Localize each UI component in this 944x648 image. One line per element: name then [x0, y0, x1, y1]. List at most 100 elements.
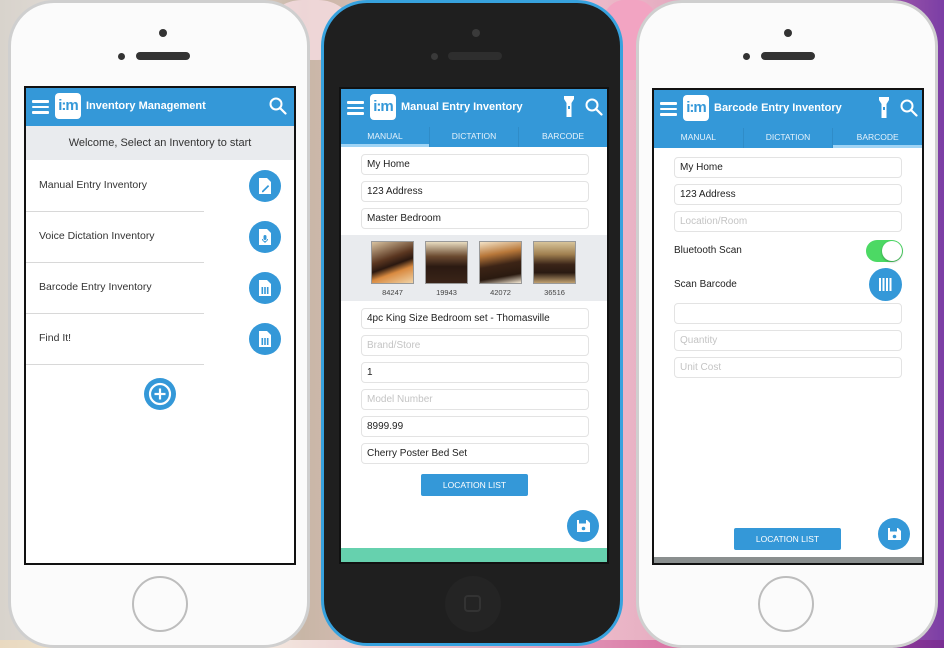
item-name-field[interactable]: Cherry Poster Bed Set [361, 443, 589, 464]
tab-dictation[interactable]: DICTATION [744, 128, 834, 148]
quantity-field[interactable]: Quantity [674, 330, 902, 351]
photo-id-label: 36516 [544, 288, 565, 297]
screen-inventory-management: i:m Inventory Management Welcome, Select… [24, 86, 296, 565]
footer-bar [654, 557, 922, 563]
search-icon[interactable] [585, 98, 603, 116]
add-inventory-button[interactable] [144, 378, 176, 410]
search-icon[interactable] [269, 97, 287, 115]
app-logo: i:m [683, 95, 709, 121]
list-item-label: Voice Dictation Inventory [39, 230, 155, 242]
edit-document-icon [259, 178, 271, 194]
save-icon [577, 520, 590, 532]
find-it-button[interactable] [249, 323, 281, 355]
bluetooth-scan-label: Bluetooth Scan [674, 245, 742, 256]
home-button[interactable] [445, 576, 501, 632]
save-icon [888, 528, 901, 540]
front-camera [159, 29, 167, 37]
photo-strip: 84247 19943 42072 36516 [341, 235, 607, 301]
list-item-label: Manual Entry Inventory [39, 179, 147, 191]
manual-entry-button[interactable] [249, 170, 281, 202]
scan-barcode-label: Scan Barcode [674, 279, 737, 290]
location-list-button[interactable]: LOCATION LIST [421, 474, 528, 496]
search-icon[interactable] [900, 99, 918, 117]
microphone-document-icon [259, 229, 271, 245]
tab-dictation[interactable]: DICTATION [430, 127, 519, 147]
item-photo-thumbnail[interactable] [425, 241, 468, 284]
location-room-field[interactable]: Location/Room [674, 211, 902, 232]
list-item-label: Find It! [39, 332, 72, 344]
barcode-document-icon [259, 280, 271, 296]
phone-frame-manual-entry: i:m Manual Entry Inventory MANUAL DICTAT… [321, 0, 623, 646]
item-photo-thumbnail[interactable] [371, 241, 414, 284]
quantity-field[interactable]: 1 [361, 362, 589, 383]
proximity-sensor [118, 53, 125, 60]
brand-store-field[interactable]: Brand/Store [361, 335, 589, 356]
earpiece-speaker [136, 52, 190, 60]
photo-id-label: 84247 [382, 288, 403, 297]
front-camera [784, 29, 792, 37]
proximity-sensor [431, 53, 438, 60]
bluetooth-scan-toggle[interactable] [866, 240, 903, 262]
tab-barcode[interactable]: BARCODE [833, 128, 922, 148]
flashlight-icon[interactable] [878, 96, 890, 120]
address-field[interactable]: 123 Address [674, 184, 902, 205]
barcode-document-icon [259, 331, 271, 347]
phone-frame-inventory-management: i:m Inventory Management Welcome, Select… [8, 0, 310, 648]
voice-dictation-button[interactable] [249, 221, 281, 253]
footer-bar [341, 548, 607, 562]
proximity-sensor [743, 53, 750, 60]
screen-manual-entry: i:m Manual Entry Inventory MANUAL DICTAT… [339, 87, 609, 564]
app-bar: i:m Barcode Entry Inventory [654, 90, 922, 128]
model-number-field[interactable]: Model Number [361, 389, 589, 410]
photo-id-label: 19943 [436, 288, 457, 297]
save-button[interactable] [878, 518, 910, 550]
photo-id-label: 42072 [490, 288, 511, 297]
location-list-button[interactable]: LOCATION LIST [734, 528, 841, 550]
page-title: Manual Entry Inventory [401, 101, 523, 113]
tab-bar: MANUAL DICTATION BARCODE [341, 127, 607, 147]
page-title: Barcode Entry Inventory [714, 102, 842, 114]
item-photo-thumbnail[interactable] [479, 241, 522, 284]
flashlight-icon[interactable] [563, 95, 575, 119]
save-button[interactable] [567, 510, 599, 542]
tab-bar: MANUAL DICTATION BARCODE [654, 128, 922, 148]
earpiece-speaker [761, 52, 815, 60]
address-field[interactable]: 123 Address [361, 181, 589, 202]
phone-frame-barcode-entry: i:m Barcode Entry Inventory MANUAL DICTA… [636, 0, 938, 648]
hamburger-menu-icon[interactable] [660, 102, 677, 116]
list-item-find-it[interactable]: Find It! [26, 314, 204, 365]
list-item-voice-dictation[interactable]: Voice Dictation Inventory [26, 212, 204, 263]
page-title: Inventory Management [86, 100, 206, 112]
earpiece-speaker [448, 52, 502, 60]
scan-barcode-button[interactable] [869, 268, 902, 301]
app-bar: i:m Inventory Management [26, 88, 294, 126]
item-photo-thumbnail[interactable] [533, 241, 576, 284]
list-item-label: Barcode Entry Inventory [39, 281, 152, 293]
tab-manual[interactable]: MANUAL [654, 128, 744, 148]
home-button[interactable] [132, 576, 188, 632]
tab-manual[interactable]: MANUAL [341, 127, 430, 147]
screen-barcode-entry: i:m Barcode Entry Inventory MANUAL DICTA… [652, 88, 924, 565]
home-name-field[interactable]: My Home [674, 157, 902, 178]
hamburger-menu-icon[interactable] [347, 101, 364, 115]
list-item-barcode-entry[interactable]: Barcode Entry Inventory [26, 263, 204, 314]
room-field[interactable]: Master Bedroom [361, 208, 589, 229]
tab-barcode[interactable]: BARCODE [519, 127, 607, 147]
home-name-field[interactable]: My Home [361, 154, 589, 175]
price-field[interactable]: 8999.99 [361, 416, 589, 437]
barcode-icon [879, 278, 892, 291]
app-bar: i:m Manual Entry Inventory [341, 89, 607, 127]
barcode-entry-button[interactable] [249, 272, 281, 304]
toggle-knob [882, 241, 902, 261]
item-description-field[interactable]: 4pc King Size Bedroom set - Thomasville [361, 308, 589, 329]
front-camera [472, 29, 480, 37]
unit-cost-field[interactable]: Unit Cost [674, 357, 902, 378]
welcome-banner: Welcome, Select an Inventory to start [26, 126, 294, 160]
list-item-manual-entry[interactable]: Manual Entry Inventory [26, 161, 204, 212]
plus-circle-icon [148, 382, 172, 406]
app-logo: i:m [55, 93, 81, 119]
home-button[interactable] [758, 576, 814, 632]
hamburger-menu-icon[interactable] [32, 100, 49, 114]
app-logo: i:m [370, 94, 396, 120]
barcode-value-field[interactable] [674, 303, 902, 324]
